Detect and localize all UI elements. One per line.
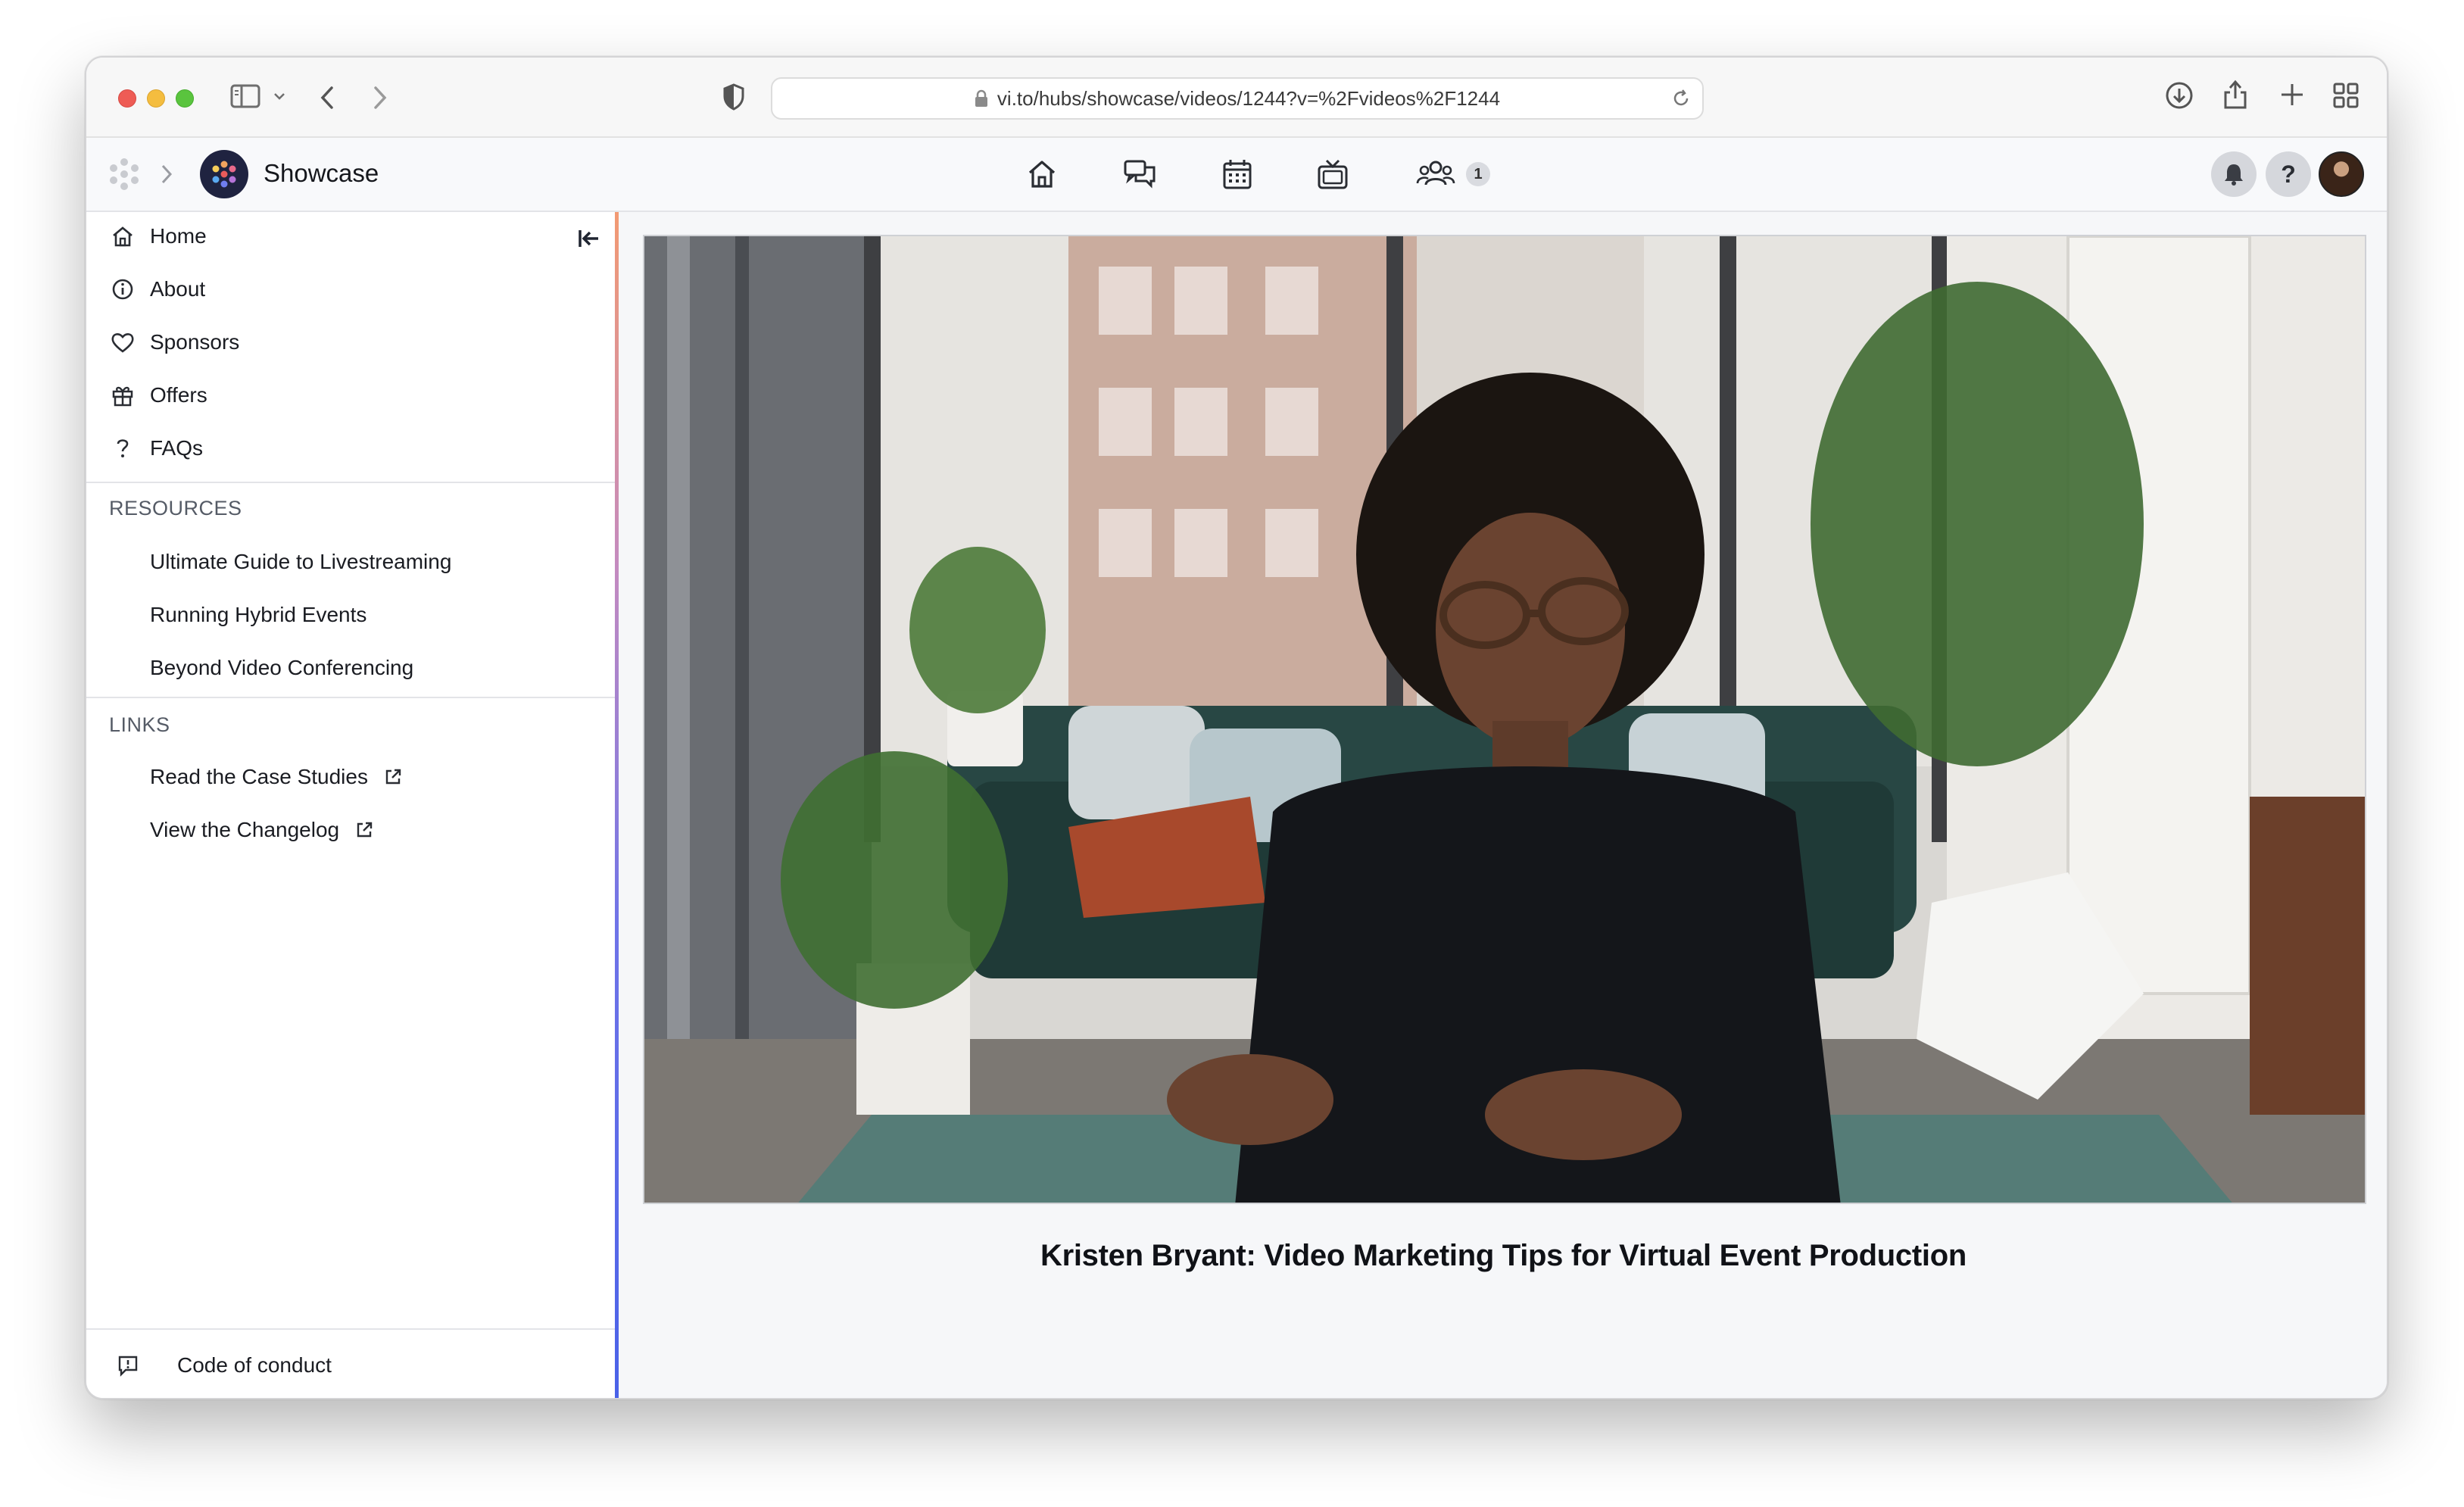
external-link-icon: [354, 820, 374, 840]
sidebar-divider: [86, 697, 615, 698]
sidebar-toggle-icon[interactable]: [230, 83, 260, 109]
link-label: View the Changelog: [150, 818, 340, 841]
community-nav-button[interactable]: 1: [1416, 158, 1490, 191]
tv-nav-icon[interactable]: [1316, 158, 1349, 191]
help-button[interactable]: ?: [2266, 151, 2311, 197]
help-icon: ?: [2281, 160, 2296, 188]
link-label: Read the Case Studies: [150, 765, 368, 788]
zoom-window-button[interactable]: [176, 89, 194, 108]
sidebar-item-label: About: [150, 277, 206, 301]
new-tab-icon[interactable]: [2279, 82, 2305, 108]
bell-icon: [2222, 162, 2245, 186]
resources-heading: RESOURCES: [109, 497, 242, 519]
resource-link-video-conferencing[interactable]: Beyond Video Conferencing: [150, 656, 413, 680]
collapse-sidebar-icon[interactable]: [575, 226, 601, 255]
gift-icon: [109, 382, 136, 409]
browser-window: vi.to/hubs/showcase/videos/1244?v=%2Fvid…: [85, 56, 2388, 1399]
home-icon: [109, 223, 136, 250]
main-content: Kristen Bryant: Video Marketing Tips for…: [619, 212, 2387, 1398]
info-icon: [109, 276, 136, 303]
link-changelog[interactable]: View the Changelog: [150, 818, 374, 842]
notifications-button[interactable]: [2211, 151, 2257, 197]
lock-icon: [975, 89, 988, 108]
sidebar-item-home[interactable]: Home: [109, 220, 207, 253]
question-icon: [109, 435, 136, 462]
video-title: Kristen Bryant: Video Marketing Tips for…: [1040, 1239, 1967, 1272]
external-link-icon: [383, 767, 403, 787]
showcase-logo[interactable]: [200, 150, 248, 198]
tab-overview-icon[interactable]: [2332, 82, 2360, 109]
reload-icon[interactable]: [1670, 88, 1692, 114]
code-of-conduct-label: Code of conduct: [177, 1353, 332, 1377]
sidebar-item-about[interactable]: About: [109, 273, 205, 306]
app-title[interactable]: Showcase: [264, 159, 379, 188]
sidebar-item-label: FAQs: [150, 436, 204, 460]
browser-toolbar: vi.to/hubs/showcase/videos/1244?v=%2Fvid…: [86, 58, 2387, 138]
calendar-nav-icon[interactable]: [1221, 158, 1254, 191]
back-arrow-icon[interactable]: [318, 85, 336, 111]
sidebar-item-faqs[interactable]: FAQs: [109, 432, 203, 465]
links-heading: LINKS: [109, 713, 170, 736]
sidebar-divider: [86, 482, 615, 483]
hub-menu-icon[interactable]: [106, 156, 142, 192]
resource-link-livestreaming[interactable]: Ultimate Guide to Livestreaming: [150, 550, 451, 574]
close-window-button[interactable]: [118, 89, 136, 108]
video-player[interactable]: [643, 235, 2366, 1204]
heart-icon: [109, 329, 136, 356]
chat-nav-icon[interactable]: [1122, 158, 1159, 191]
sidebar-item-label: Offers: [150, 383, 207, 407]
minimize-window-button[interactable]: [147, 89, 165, 108]
report-icon: [117, 1354, 147, 1377]
forward-arrow-icon[interactable]: [371, 85, 389, 111]
app-header: Showcase 1 ?: [86, 138, 2387, 212]
code-of-conduct-link[interactable]: Code of conduct: [86, 1328, 615, 1398]
sidebar-item-sponsors[interactable]: Sponsors: [109, 326, 239, 359]
resource-link-hybrid-events[interactable]: Running Hybrid Events: [150, 603, 366, 627]
home-nav-icon[interactable]: [1025, 158, 1059, 191]
sidebar: Home About Sponsors Offers FAQs RESOURCE…: [86, 212, 618, 1398]
url-text: vi.to/hubs/showcase/videos/1244?v=%2Fvid…: [997, 86, 1501, 110]
sidebar-item-label: Home: [150, 224, 207, 248]
share-icon[interactable]: [2222, 77, 2249, 111]
address-bar[interactable]: vi.to/hubs/showcase/videos/1244?v=%2Fvid…: [771, 77, 1704, 120]
chevron-right-icon: [159, 162, 174, 186]
video-frame-image: [644, 236, 2365, 1203]
chevron-down-icon[interactable]: [273, 91, 286, 101]
privacy-shield-icon[interactable]: [722, 83, 745, 111]
user-avatar[interactable]: [2319, 151, 2364, 197]
people-icon: [1416, 158, 1455, 191]
download-icon[interactable]: [2164, 80, 2194, 111]
link-case-studies[interactable]: Read the Case Studies: [150, 765, 403, 789]
community-count-badge: 1: [1466, 162, 1490, 186]
sidebar-item-offers[interactable]: Offers: [109, 379, 207, 412]
sidebar-item-label: Sponsors: [150, 330, 240, 354]
